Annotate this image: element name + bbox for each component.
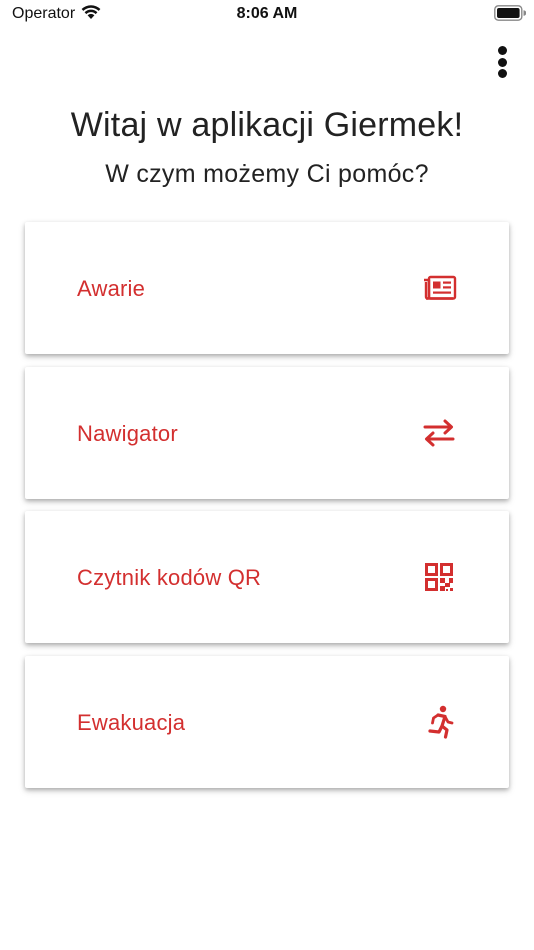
more-vert-icon[interactable] <box>487 44 517 80</box>
card-label: Czytnik kodów QR <box>77 565 262 590</box>
battery-icon <box>494 5 527 21</box>
status-time: 8:06 AM <box>236 5 298 22</box>
app-screen: Operator 8:06 AM Witaj w aplikacji Gierm… <box>0 0 534 950</box>
newspaper-icon <box>421 270 457 306</box>
card-label: Nawigator <box>77 421 178 446</box>
running-person-icon <box>421 704 457 740</box>
card-qr-reader[interactable]: Czytnik kodów QR <box>25 511 509 643</box>
qr-code-icon <box>421 559 457 595</box>
card-ewakuacja[interactable]: Ewakuacja <box>25 656 509 788</box>
page-subtitle: W czym możemy Ci pomóc? <box>105 160 429 188</box>
swap-arrows-icon <box>421 415 457 451</box>
page-title: Witaj w aplikacji Giermek! <box>70 106 464 144</box>
card-label: Awarie <box>77 276 146 301</box>
card-awarie[interactable]: Awarie <box>25 222 509 354</box>
card-nawigator[interactable]: Nawigator <box>25 367 509 499</box>
card-label: Ewakuacja <box>77 710 186 735</box>
status-bar: Operator 8:06 AM <box>0 0 534 30</box>
